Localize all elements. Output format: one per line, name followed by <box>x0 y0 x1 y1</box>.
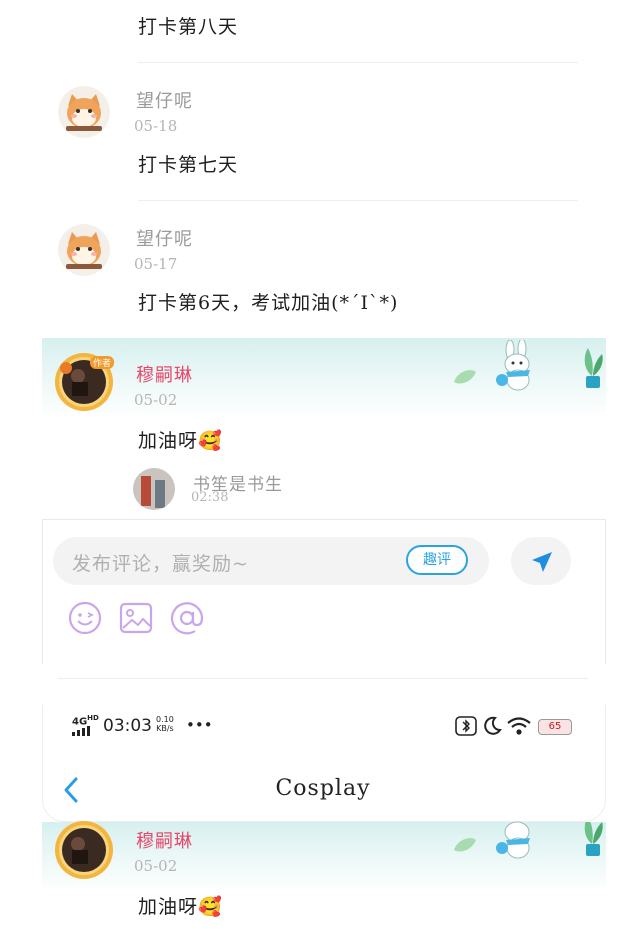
comment-username[interactable]: 望仔呢 <box>136 87 193 113</box>
network-speed: 0.10 KB/s <box>156 715 174 733</box>
comment-date: 05-02 <box>134 857 178 875</box>
network-hd-label: HD <box>87 714 99 722</box>
rabbit-mascot-icon <box>496 340 530 391</box>
avatar-with-frame[interactable] <box>54 820 114 880</box>
divider <box>138 62 578 63</box>
comment-username[interactable]: 穆嗣琳 <box>136 361 193 387</box>
emoji-icon[interactable] <box>67 600 103 636</box>
avatar-with-frame[interactable]: 作者 <box>54 352 114 412</box>
signal-bars-icon <box>72 726 90 736</box>
comment-input-placeholder: 发布评论，赢奖励~ <box>72 553 249 575</box>
plant-icon <box>584 822 603 856</box>
comment-date: 05-17 <box>134 255 178 273</box>
comment-date: 05-18 <box>134 117 178 135</box>
wifi-icon <box>507 717 531 735</box>
comment-text-body: 加油呀 <box>138 896 199 918</box>
comment-text-body: 加油呀 <box>138 430 199 452</box>
network-speed-unit: KB/s <box>156 724 174 733</box>
avatar-photo-icon <box>133 468 175 510</box>
battery-indicator: 65 <box>538 719 572 735</box>
divider <box>138 200 578 201</box>
comment-username[interactable]: 望仔呢 <box>136 225 193 251</box>
quping-button[interactable]: 趣评 <box>406 545 468 575</box>
leaf-icon <box>454 370 476 384</box>
avatar-frame-icon <box>55 821 113 879</box>
avatar[interactable] <box>58 86 110 138</box>
comment-text: 打卡第八天 <box>138 16 239 38</box>
network-speed-value: 0.10 <box>156 715 174 724</box>
at-icon[interactable] <box>169 600 205 636</box>
smiling-face-hearts-icon: 🥰 <box>198 896 223 918</box>
comment-text: 加油呀🥰 <box>138 892 223 919</box>
divider <box>58 678 588 679</box>
page-title: Cosplay <box>275 776 371 801</box>
plant-icon <box>584 348 603 388</box>
leaf-icon <box>454 838 476 852</box>
moon-icon <box>484 716 502 735</box>
reply-time: 02:38 <box>191 490 229 505</box>
reply-avatar[interactable] <box>133 468 175 510</box>
author-badge: 作者 <box>90 356 114 369</box>
comment-username[interactable]: 穆嗣琳 <box>136 827 193 853</box>
more-notifications-icon: ••• <box>186 716 213 734</box>
comment-text: 加油呀🥰 <box>138 426 223 453</box>
smiling-face-hearts-icon: 🥰 <box>198 430 223 452</box>
avatar-shiba-icon <box>58 86 110 138</box>
comment-text: 打卡第6天，考试加油(*´I`*) <box>138 292 399 314</box>
avatar-shiba-icon <box>58 224 110 276</box>
send-icon <box>532 552 552 572</box>
status-time: 03:03 <box>103 716 152 736</box>
comment-date: 05-02 <box>134 391 178 409</box>
rabbit-mascot-icon <box>496 821 530 859</box>
comment-text: 打卡第七天 <box>138 154 239 176</box>
bluetooth-icon <box>455 716 477 736</box>
avatar[interactable] <box>58 224 110 276</box>
send-button[interactable] <box>511 537 571 585</box>
image-icon[interactable] <box>118 600 154 636</box>
